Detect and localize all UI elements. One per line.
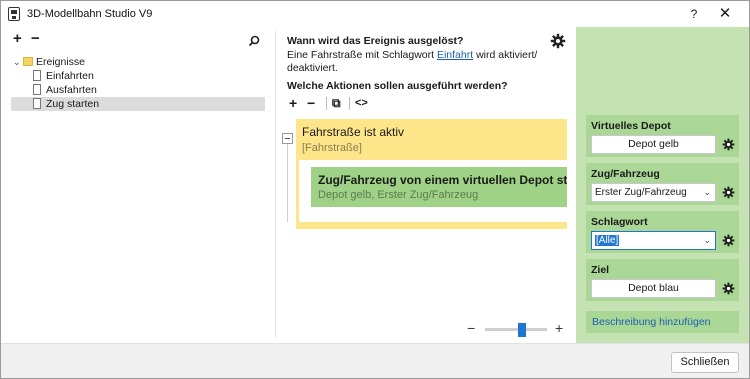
remove-action-button[interactable]: − xyxy=(307,95,315,111)
property-zug-fahrzeug: Zug/Fahrzeug Erster Zug/Fahrzeug ⌄ xyxy=(586,163,739,205)
toolbar-separator xyxy=(326,97,327,110)
tree-item-zug-starten[interactable]: Zug starten xyxy=(11,97,265,111)
condition-parameter: [Fahrstraße] xyxy=(302,142,362,154)
actions-heading: Welche Aktionen sollen ausgeführt werden… xyxy=(287,80,508,92)
trigger-text-before: Eine Fahrstraße mit Schlagwort xyxy=(287,49,437,61)
vehicle-select-value: Erster Zug/Fahrzeug xyxy=(595,187,687,198)
tree-folder-label: Ereignisse xyxy=(36,56,86,68)
property-label: Schlagwort xyxy=(591,216,648,228)
trigger-description: Eine Fahrstraße mit Schlagwort Einfahrt … xyxy=(287,49,547,75)
chevron-down-icon: ⌄ xyxy=(703,235,711,245)
condition-title: Fahrstraße ist aktiv xyxy=(302,125,405,139)
search-icon[interactable] xyxy=(248,35,260,47)
remove-event-button[interactable]: − xyxy=(31,31,40,47)
action-block[interactable]: Zug/Fahrzeug von einem virtuellen Depot … xyxy=(311,167,567,207)
zoom-in-button[interactable]: + xyxy=(555,320,563,336)
condition-block[interactable]: Fahrstraße ist aktiv [Fahrstraße] xyxy=(296,119,567,160)
close-window-button[interactable]: ✕ xyxy=(713,4,737,24)
document-icon xyxy=(33,98,41,109)
dialog-footer: Schließen xyxy=(1,343,749,378)
collapse-toggle[interactable] xyxy=(282,133,293,144)
copy-icon[interactable]: ⧉ xyxy=(332,95,341,111)
condition-block-end xyxy=(296,222,567,229)
tree-item-label: Ausfahrten xyxy=(46,84,97,96)
chevron-down-icon: ⌄ xyxy=(703,187,711,197)
property-label: Ziel xyxy=(591,264,610,276)
add-action-button[interactable]: + xyxy=(289,95,297,111)
depot-button[interactable]: Depot gelb xyxy=(591,135,716,154)
target-depot-button[interactable]: Depot blau xyxy=(591,279,716,298)
gear-icon[interactable] xyxy=(722,186,735,199)
property-schlagwort: Schlagwort [Alle] ⌄ xyxy=(586,211,739,253)
tree-folder-ereignisse[interactable]: ⌄ Ereignisse xyxy=(11,55,265,69)
folder-icon xyxy=(23,57,33,66)
tree-item-einfahrten[interactable]: Einfahrten xyxy=(11,69,265,83)
add-description-link[interactable]: Beschreibung hinzufügen xyxy=(586,311,739,333)
action-title: Zug/Fahrzeug von einem virtuellen Depot … xyxy=(318,173,567,187)
vehicle-select[interactable]: Erster Zug/Fahrzeug ⌄ xyxy=(591,183,716,202)
keyword-select-value: [Alle] xyxy=(595,235,620,246)
gear-icon[interactable] xyxy=(722,138,735,151)
property-virtuelles-depot: Virtuelles Depot Depot gelb xyxy=(586,115,739,157)
zoom-slider-thumb[interactable] xyxy=(518,323,527,337)
window-title: 3D-Modellbahn Studio V9 xyxy=(27,8,153,20)
gear-icon[interactable] xyxy=(722,282,735,295)
panel-divider xyxy=(275,31,276,337)
tree-item-label: Einfahrten xyxy=(46,70,94,82)
tree-connector-line xyxy=(287,144,288,222)
document-icon xyxy=(33,70,41,81)
zoom-out-button[interactable]: − xyxy=(467,320,475,336)
document-icon xyxy=(33,84,41,95)
tree-item-label: Zug starten xyxy=(46,98,100,110)
trigger-heading: Wann wird das Ereignis ausgelöst? xyxy=(287,35,464,47)
properties-panel: Virtuelles Depot Depot gelb Zug/Fahrzeug… xyxy=(576,27,749,343)
help-button[interactable]: ? xyxy=(683,4,705,24)
toolbar-separator xyxy=(349,97,350,110)
zoom-slider-track[interactable] xyxy=(485,328,547,331)
chevron-down-icon[interactable]: ⌄ xyxy=(13,55,21,69)
property-ziel: Ziel Depot blau xyxy=(586,259,739,301)
keyword-link[interactable]: Einfahrt xyxy=(437,49,473,61)
action-parameters: Depot gelb, Erster Zug/Fahrzeug xyxy=(318,189,479,201)
dialog-window: 3D-Modellbahn Studio V9 ? ✕ + − ⌄ Ereign… xyxy=(0,0,750,379)
add-event-button[interactable]: + xyxy=(13,31,22,47)
code-view-button[interactable]: <> xyxy=(355,95,368,111)
tree-item-ausfahrten[interactable]: Ausfahrten xyxy=(11,83,265,97)
event-tree: ⌄ Ereignisse Einfahrten Ausfahrten Zug s… xyxy=(11,55,265,111)
property-label: Virtuelles Depot xyxy=(591,120,671,132)
condition-block-edge xyxy=(296,160,299,222)
property-label: Zug/Fahrzeug xyxy=(591,168,660,180)
title-bar: 3D-Modellbahn Studio V9 ? ✕ xyxy=(1,1,749,27)
close-button[interactable]: Schließen xyxy=(671,352,739,373)
trigger-settings-gear-icon[interactable] xyxy=(550,33,566,49)
app-icon xyxy=(8,7,20,21)
gear-icon[interactable] xyxy=(722,234,735,247)
keyword-select[interactable]: [Alle] ⌄ xyxy=(591,231,716,250)
